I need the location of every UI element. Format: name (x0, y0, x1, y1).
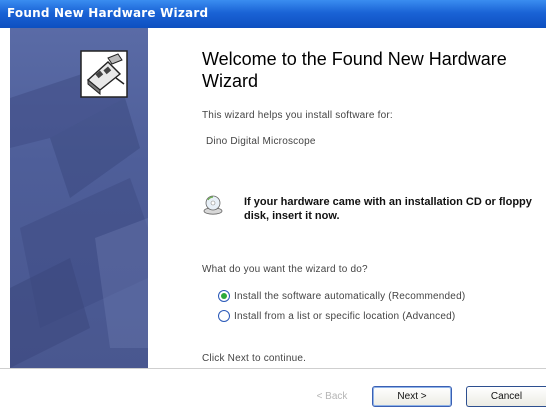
option-label-advanced: Install from a list or specific location… (234, 310, 456, 322)
cd-drive-icon (203, 195, 223, 215)
radio-install-from-list[interactable] (218, 310, 230, 322)
hardware-card-icon (80, 50, 128, 98)
window-title: Found New Hardware Wizard (7, 6, 209, 20)
radio-install-automatically[interactable] (218, 290, 230, 302)
next-button[interactable]: Next > (372, 386, 452, 407)
page-title: Welcome to the Found New Hardware Wizard (202, 49, 507, 91)
wizard-window: Found New Hardware Wizard Welcome to the… (0, 0, 546, 410)
title-bar[interactable]: Found New Hardware Wizard (0, 0, 546, 28)
wizard-banner (10, 28, 148, 368)
question-text: What do you want the wizard to do? (202, 264, 368, 275)
device-name: Dino Digital Microscope (206, 136, 316, 147)
intro-text: This wizard helps you install software f… (202, 110, 393, 121)
option-label-automatic: Install the software automatically (Reco… (234, 290, 466, 302)
cancel-button[interactable]: Cancel (466, 386, 546, 407)
option-install-automatically[interactable]: Install the software automatically (Reco… (218, 290, 465, 302)
cd-notice: If your hardware came with an installati… (244, 196, 532, 222)
continue-hint: Click Next to continue. (202, 353, 307, 364)
back-button[interactable]: < Back (308, 386, 356, 407)
option-install-from-list[interactable]: Install from a list or specific location… (218, 310, 455, 322)
content-pane: Welcome to the Found New Hardware Wizard… (148, 28, 546, 368)
button-bar: < Back Next > Cancel (0, 368, 546, 410)
